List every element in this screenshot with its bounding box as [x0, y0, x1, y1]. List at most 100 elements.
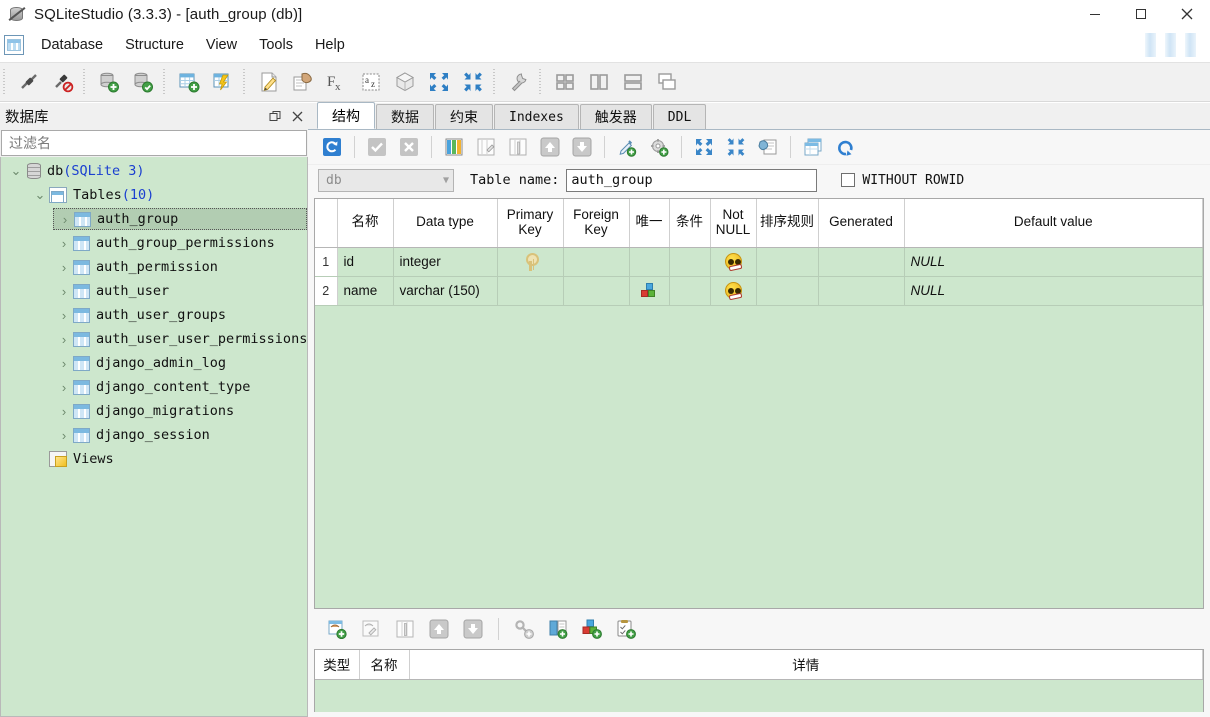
refresh-structure-icon[interactable]: [316, 132, 348, 162]
create-table-icon[interactable]: [172, 66, 206, 98]
move-column-down-icon[interactable]: [566, 132, 598, 162]
cell-generated[interactable]: [818, 276, 905, 306]
filter-input-wrapper[interactable]: [1, 130, 307, 156]
chevron-down-icon[interactable]: ⌄: [31, 187, 49, 203]
tree-item-auth-user-user-permissions[interactable]: › auth_user_user_permissions: [1, 327, 307, 351]
connect-database-icon[interactable]: [12, 66, 46, 98]
constraints-grid-wrapper[interactable]: 类型 名称 详情: [314, 649, 1204, 712]
rollback-structure-icon[interactable]: [393, 132, 425, 162]
columns-grid-body[interactable]: 1 id integer NULL 2 name varchar (150) NULL: [315, 247, 1203, 605]
tab-constraints[interactable]: 约束: [435, 104, 493, 129]
delete-column-icon[interactable]: [502, 132, 534, 162]
cell-collate[interactable]: [756, 276, 819, 306]
maximize-button[interactable]: [1118, 0, 1164, 28]
col-corner[interactable]: [315, 199, 338, 248]
tree-item-auth-user-groups[interactable]: › auth_user_groups: [1, 303, 307, 327]
cell-generated[interactable]: [818, 247, 905, 277]
cascade-windows-icon[interactable]: [650, 66, 684, 98]
table-row[interactable]: 1 id integer NULL: [315, 247, 1203, 277]
col-constraint-type[interactable]: 类型: [315, 650, 360, 680]
menu-tools[interactable]: Tools: [248, 33, 304, 57]
table-row[interactable]: 2 name varchar (150) NULL: [315, 276, 1203, 306]
cell-unique[interactable]: [629, 247, 670, 277]
commit-structure-icon[interactable]: [361, 132, 393, 162]
cell-unique[interactable]: [629, 276, 670, 306]
tree-node-tables[interactable]: ⌄ Tables (10): [1, 183, 307, 207]
add-column-icon[interactable]: [438, 132, 470, 162]
table-name-input[interactable]: [566, 168, 818, 192]
col-generated[interactable]: Generated: [818, 199, 905, 248]
cell-default-value[interactable]: NULL: [904, 276, 1203, 306]
cell-foreign-key[interactable]: [563, 247, 630, 277]
without-rowid-checkbox[interactable]: [841, 173, 856, 187]
cell-data-type[interactable]: integer: [393, 247, 498, 277]
col-data-type[interactable]: Data type: [393, 199, 498, 248]
chevron-right-icon[interactable]: ›: [56, 212, 74, 227]
edit-table-icon[interactable]: [206, 66, 240, 98]
close-panel-icon[interactable]: [286, 106, 308, 128]
add-primary-key-icon[interactable]: [507, 613, 541, 645]
cell-check[interactable]: [669, 276, 711, 306]
collation-editor-icon[interactable]: a z: [354, 66, 388, 98]
disconnect-database-icon[interactable]: [46, 66, 80, 98]
restore-panel-icon[interactable]: [264, 106, 286, 128]
col-collate[interactable]: 排序规则: [756, 199, 819, 248]
chevron-right-icon[interactable]: ›: [55, 260, 73, 275]
chevron-right-icon[interactable]: ›: [55, 236, 73, 251]
chevron-right-icon[interactable]: ›: [55, 428, 73, 443]
import-table-icon[interactable]: [720, 132, 752, 162]
menu-view[interactable]: View: [195, 33, 248, 57]
tile-vertical-icon[interactable]: [582, 66, 616, 98]
tab-data[interactable]: 数据: [376, 104, 434, 129]
function-editor-icon[interactable]: F x: [320, 66, 354, 98]
col-foreign-key[interactable]: Foreign Key: [563, 199, 630, 248]
tile-horizontal-icon[interactable]: [616, 66, 650, 98]
cell-primary-key[interactable]: [497, 247, 564, 277]
edit-constraint-icon[interactable]: [354, 613, 388, 645]
constraints-grid-body[interactable]: [315, 679, 1203, 711]
toolbar-grip[interactable]: [243, 69, 249, 95]
tab-ddl[interactable]: DDL: [652, 104, 707, 129]
tree-item-auth-group-permissions[interactable]: › auth_group_permissions: [1, 231, 307, 255]
chevron-down-icon[interactable]: ⌄: [7, 163, 25, 179]
tab-structure[interactable]: 结构: [317, 102, 375, 129]
import-icon[interactable]: [422, 66, 456, 98]
chevron-right-icon[interactable]: ›: [55, 284, 73, 299]
tile-windows-icon[interactable]: [548, 66, 582, 98]
cell-name[interactable]: name: [337, 276, 394, 306]
tree-item-auth-permission[interactable]: › auth_permission: [1, 255, 307, 279]
menu-database[interactable]: Database: [30, 33, 114, 57]
add-index-icon[interactable]: [611, 132, 643, 162]
add-check-constraint-icon[interactable]: [609, 613, 643, 645]
cell-collate[interactable]: [756, 247, 819, 277]
minimize-button[interactable]: [1072, 0, 1118, 28]
edit-database-icon[interactable]: [126, 66, 160, 98]
export-icon[interactable]: [456, 66, 490, 98]
add-unique-constraint-icon[interactable]: [575, 613, 609, 645]
tree-item-auth-group[interactable]: › auth_group: [1, 207, 307, 231]
cell-not-null[interactable]: [710, 247, 757, 277]
col-name[interactable]: 名称: [337, 199, 394, 248]
chevron-right-icon[interactable]: ›: [55, 308, 73, 323]
database-tree[interactable]: ⌄ db (SQLite 3) ⌄ Tables (10) › auth_group › au…: [0, 157, 308, 717]
col-unique[interactable]: 唯一: [629, 199, 670, 248]
close-button[interactable]: [1164, 0, 1210, 28]
toolbar-grip[interactable]: [493, 69, 499, 95]
col-primary-key[interactable]: Primary Key: [497, 199, 564, 248]
chevron-right-icon[interactable]: ›: [55, 404, 73, 419]
tab-indexes[interactable]: Indexes: [494, 104, 579, 129]
add-foreign-key-icon[interactable]: [541, 613, 575, 645]
menu-structure[interactable]: Structure: [114, 33, 195, 57]
filter-input[interactable]: [7, 132, 301, 154]
new-query-editor-icon[interactable]: [252, 66, 286, 98]
toolbar-grip[interactable]: [83, 69, 89, 95]
configure-icon[interactable]: [502, 66, 536, 98]
cell-primary-key[interactable]: [497, 276, 564, 306]
open-sql-file-icon[interactable]: [286, 66, 320, 98]
columns-grid-wrapper[interactable]: 名称 Data type Primary Key Foreign Key 唯一 条件 Not…: [314, 198, 1204, 609]
tree-item-django-migrations[interactable]: › django_migrations: [1, 399, 307, 423]
chevron-right-icon[interactable]: ›: [55, 380, 73, 395]
cell-foreign-key[interactable]: [563, 276, 630, 306]
col-constraint-details[interactable]: 详情: [409, 650, 1203, 680]
tree-item-django-admin-log[interactable]: › django_admin_log: [1, 351, 307, 375]
